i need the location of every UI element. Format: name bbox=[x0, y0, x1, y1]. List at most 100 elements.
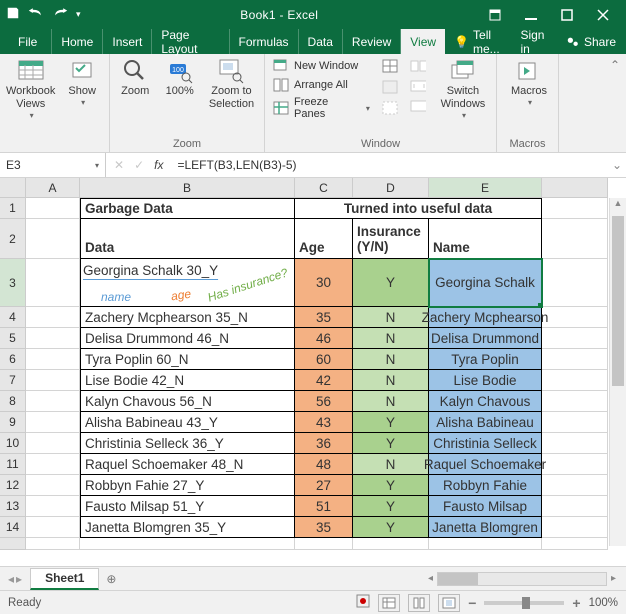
cell[interactable] bbox=[26, 475, 80, 496]
cell[interactable]: Janetta Blomgren bbox=[429, 517, 542, 538]
cell[interactable]: Garbage Data bbox=[80, 198, 295, 219]
cell[interactable]: N bbox=[353, 391, 429, 412]
cell[interactable] bbox=[542, 454, 608, 475]
page-layout-view-button[interactable] bbox=[408, 594, 430, 612]
tell-me[interactable]: 💡Tell me... bbox=[445, 29, 511, 54]
zoom-100-button[interactable]: 100 100% bbox=[160, 57, 198, 98]
cell[interactable]: Delisa Drummond bbox=[429, 328, 542, 349]
fill-handle[interactable] bbox=[538, 303, 542, 307]
cell[interactable]: Christinia Selleck 36_Y bbox=[80, 433, 295, 454]
cell[interactable]: Fausto Milsap 51_Y bbox=[80, 496, 295, 517]
horizontal-scrollbar[interactable]: ◂ ▸ bbox=[123, 572, 626, 586]
hide-button[interactable] bbox=[380, 78, 400, 96]
cell[interactable] bbox=[26, 198, 80, 219]
cell[interactable]: N bbox=[353, 349, 429, 370]
page-break-view-button[interactable] bbox=[438, 594, 460, 612]
cell[interactable] bbox=[542, 496, 608, 517]
unhide-button[interactable] bbox=[380, 99, 400, 117]
cells[interactable]: Garbage DataTurned into useful dataData A… bbox=[26, 198, 608, 550]
cell[interactable]: 56 bbox=[295, 391, 353, 412]
cell[interactable] bbox=[26, 454, 80, 475]
zoom-in-button[interactable]: + bbox=[572, 595, 580, 611]
normal-view-button[interactable] bbox=[378, 594, 400, 612]
cell[interactable]: N bbox=[353, 454, 429, 475]
cell[interactable]: 46 bbox=[295, 328, 353, 349]
chevron-down-icon[interactable]: ▾ bbox=[95, 161, 99, 170]
cell[interactable]: 30 bbox=[295, 259, 353, 307]
add-sheet-button[interactable]: ⊕ bbox=[99, 572, 123, 586]
cell[interactable]: Lise Bodie 42_N bbox=[80, 370, 295, 391]
cell[interactable] bbox=[26, 307, 80, 328]
collapse-ribbon-icon[interactable]: ⌃ bbox=[610, 58, 620, 72]
cell[interactable]: Kalyn Chavous 56_N bbox=[80, 391, 295, 412]
cell[interactable]: Zachery Mcphearson bbox=[429, 307, 542, 328]
row-header-4[interactable]: 4 bbox=[0, 307, 26, 328]
cell[interactable]: Y bbox=[353, 433, 429, 454]
cell[interactable] bbox=[26, 370, 80, 391]
tab-formulas[interactable]: Formulas bbox=[230, 29, 299, 54]
cell[interactable]: Georgina Schalk 30_YnameageHas insurance… bbox=[80, 259, 295, 307]
cell[interactable]: Y bbox=[353, 517, 429, 538]
cell[interactable]: N bbox=[353, 307, 429, 328]
cell[interactable]: 36 bbox=[295, 433, 353, 454]
formula-input[interactable]: =LEFT(B3,LEN(B3)-5) bbox=[171, 153, 608, 177]
cell[interactable] bbox=[542, 517, 608, 538]
header-useful-data[interactable]: Turned into useful data bbox=[295, 198, 542, 219]
col-A[interactable]: A bbox=[26, 178, 80, 198]
selected-cell[interactable]: Georgina Schalk bbox=[429, 259, 542, 307]
column-headers[interactable]: A B C D E bbox=[26, 178, 608, 198]
sheet-tab[interactable]: Sheet1 bbox=[30, 568, 99, 590]
new-window-button[interactable]: New Window bbox=[271, 57, 372, 75]
cell[interactable]: Y bbox=[353, 259, 429, 307]
cell[interactable]: Data bbox=[80, 219, 295, 259]
cell[interactable]: Kalyn Chavous bbox=[429, 391, 542, 412]
cell[interactable]: 48 bbox=[295, 454, 353, 475]
spreadsheet-grid[interactable]: A B C D E 1234567891011121314 Garbage Da… bbox=[0, 178, 626, 566]
col-E[interactable]: E bbox=[429, 178, 542, 198]
row-headers[interactable]: 1234567891011121314 bbox=[0, 198, 26, 550]
cell[interactable]: Delisa Drummond 46_N bbox=[80, 328, 295, 349]
cell[interactable]: 35 bbox=[295, 517, 353, 538]
cancel-formula-icon[interactable]: ✕ bbox=[114, 158, 124, 172]
ribbon-options-icon[interactable] bbox=[478, 5, 512, 25]
zoom-level[interactable]: 100% bbox=[589, 597, 618, 609]
cell[interactable]: Tyra Poplin bbox=[429, 349, 542, 370]
row-header-10[interactable]: 10 bbox=[0, 433, 26, 454]
freeze-panes-button[interactable]: Freeze Panes▾ bbox=[271, 95, 372, 121]
cell[interactable]: 60 bbox=[295, 349, 353, 370]
cell[interactable] bbox=[542, 349, 608, 370]
cell[interactable]: Christinia Selleck bbox=[429, 433, 542, 454]
expand-formula-bar-icon[interactable]: ⌄ bbox=[608, 153, 626, 177]
cell[interactable] bbox=[542, 198, 608, 219]
cell[interactable] bbox=[542, 259, 608, 307]
tab-home[interactable]: Home bbox=[52, 29, 103, 54]
cell[interactable]: Raquel Schoemaker 48_N bbox=[80, 454, 295, 475]
row-header-15[interactable] bbox=[0, 538, 26, 550]
cell[interactable] bbox=[542, 307, 608, 328]
cell[interactable]: Raquel Schoemaker bbox=[429, 454, 542, 475]
cell[interactable] bbox=[26, 219, 80, 259]
cell[interactable] bbox=[542, 538, 608, 550]
cell[interactable]: Fausto Milsap bbox=[429, 496, 542, 517]
cell[interactable]: Alisha Babineau bbox=[429, 412, 542, 433]
cell[interactable] bbox=[542, 433, 608, 454]
arrange-all-button[interactable]: Arrange All bbox=[271, 76, 372, 94]
macro-record-icon[interactable] bbox=[356, 594, 370, 611]
cell[interactable] bbox=[26, 433, 80, 454]
minimize-icon[interactable] bbox=[514, 5, 548, 25]
cell[interactable]: Insurance (Y/N) bbox=[353, 219, 429, 259]
cell[interactable]: 35 bbox=[295, 307, 353, 328]
tab-file[interactable]: File bbox=[4, 29, 52, 54]
show-button[interactable]: Show▾ bbox=[61, 57, 103, 108]
fx-icon[interactable]: fx bbox=[154, 158, 163, 172]
tab-insert[interactable]: Insert bbox=[103, 29, 152, 54]
zoom-out-button[interactable]: − bbox=[468, 595, 476, 611]
col-B[interactable]: B bbox=[80, 178, 295, 198]
cell[interactable] bbox=[26, 349, 80, 370]
tab-view[interactable]: View bbox=[401, 29, 445, 54]
cell[interactable] bbox=[295, 538, 353, 550]
cell[interactable] bbox=[26, 412, 80, 433]
cell[interactable] bbox=[26, 259, 80, 307]
share-button[interactable]: Share bbox=[556, 29, 626, 54]
col-blank[interactable] bbox=[542, 178, 608, 198]
